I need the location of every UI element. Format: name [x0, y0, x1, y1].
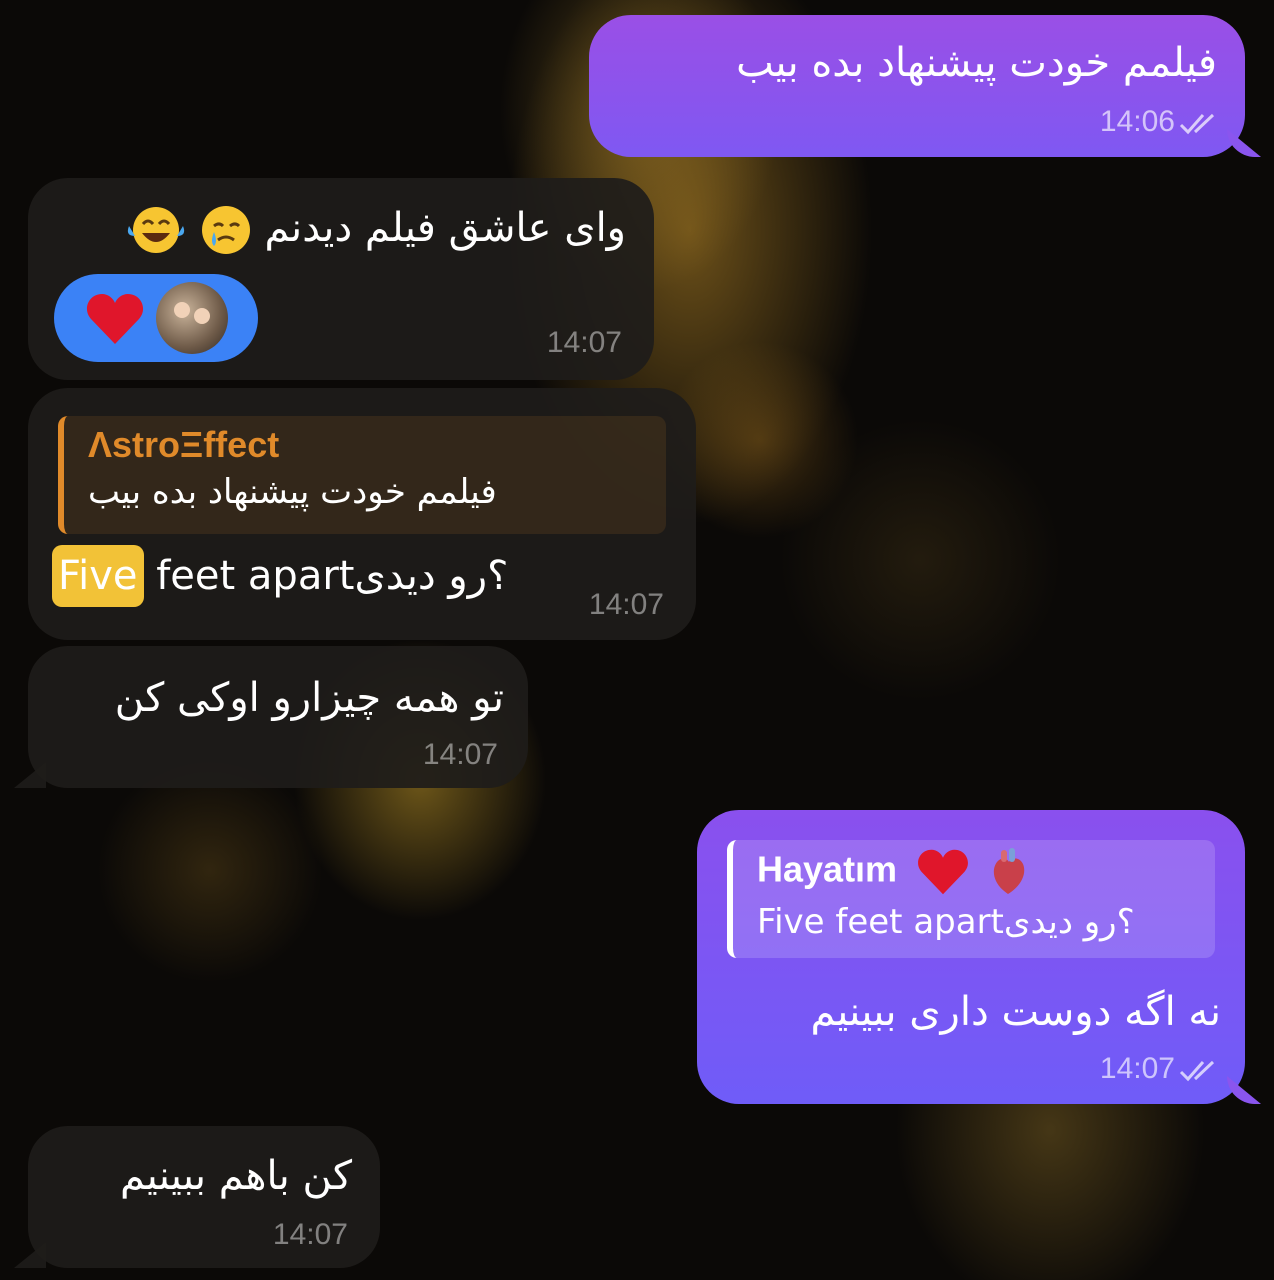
message-time: 14:07	[588, 588, 664, 621]
message-time: 14:07	[422, 738, 498, 771]
message-time: 14:07	[546, 326, 622, 359]
highlighted-word[interactable]: Five	[52, 545, 144, 607]
anatomical-heart-icon	[993, 848, 1025, 894]
reactor-avatar	[156, 282, 228, 354]
message-text: نه اگه دوست داری ببینیم	[810, 989, 1221, 1035]
reply-author: ΛstroΞffect	[88, 424, 280, 465]
reply-author: Hayatım	[757, 848, 898, 890]
reply-text: فیلمم خودت پیشنهاد بده بیب	[88, 472, 497, 512]
reply-text: Five feet apart؟رو دیدی	[757, 902, 1135, 942]
message-text: وای عاشق فیلم دیدنم	[264, 205, 626, 251]
message-text: کن باهم ببینیم	[120, 1153, 352, 1199]
reply-author-row: Hayatım	[757, 848, 1215, 896]
red-heart-icon	[918, 849, 969, 895]
reaction-pill[interactable]	[54, 274, 258, 362]
tears-of-joy-emoji-icon	[127, 207, 185, 253]
message-bubble-outgoing[interactable]: فیلمم خودت پیشنهاد بده بیب 14:06	[589, 15, 1245, 157]
message-bubble-incoming[interactable]: تو همه چیزارو اوکی کن 14:07	[28, 646, 528, 788]
double-check-icon	[1179, 1060, 1215, 1082]
double-check-icon	[1179, 113, 1215, 135]
message-time: 14:06	[1099, 105, 1175, 138]
crying-face-emoji-icon	[201, 206, 250, 254]
message-bubble-incoming[interactable]: وای عاشق فیلم دیدنم 14:07	[28, 178, 654, 380]
reply-preview[interactable]: Hayatım Five feet apart؟رو دیدی	[727, 840, 1215, 958]
message-text-row: وای عاشق فیلم دیدنم	[46, 204, 626, 256]
message-text: تو همه چیزارو اوکی کن	[114, 675, 504, 721]
reply-preview[interactable]: ΛstroΞffect فیلمم خودت پیشنهاد بده بیب	[58, 416, 666, 534]
message-bubble-incoming[interactable]: کن باهم ببینیم 14:07	[28, 1126, 380, 1268]
message-text: فیلمم خودت پیشنهاد بده بیب	[736, 40, 1217, 86]
message-bubble-incoming[interactable]: ΛstroΞffect فیلمم خودت پیشنهاد بده بیب F…	[28, 388, 696, 640]
message-time: 14:07	[272, 1218, 348, 1251]
message-bubble-outgoing[interactable]: Hayatım Five feet apart؟رو دیدی نه اگه د…	[697, 810, 1245, 1104]
message-text-row: Five feet apart؟رو دیدی	[52, 545, 509, 607]
message-text: feet apart؟رو دیدی	[143, 553, 509, 599]
heart-icon	[86, 294, 144, 344]
message-time: 14:07	[1099, 1052, 1175, 1085]
